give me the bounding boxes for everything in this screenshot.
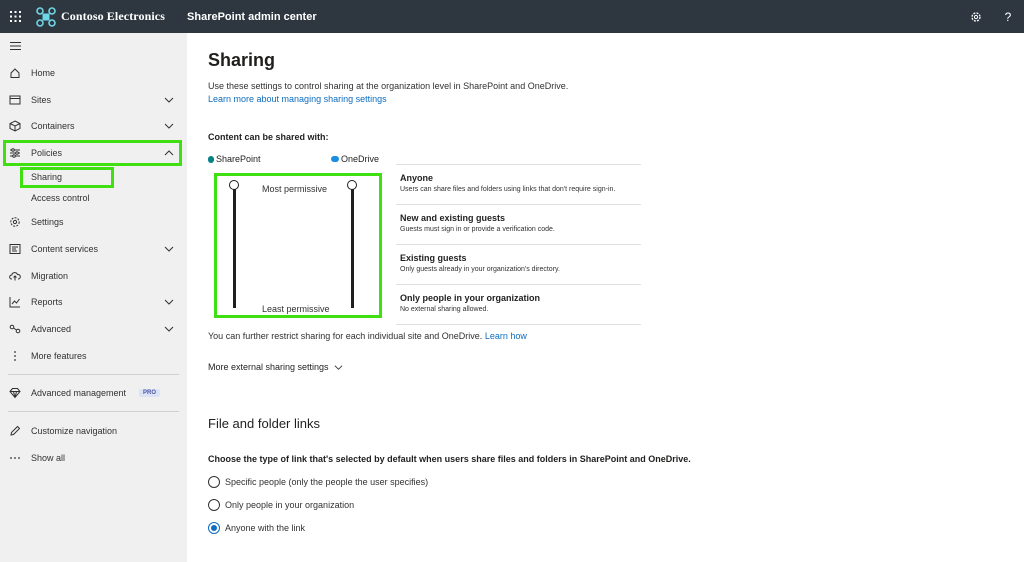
contoso-logo-icon bbox=[36, 6, 56, 27]
radio-specific-people[interactable]: Specific people (only the people the use… bbox=[208, 475, 428, 489]
column-sharepoint: SharePoint bbox=[208, 154, 261, 164]
content-shared-label: Content can be shared with: bbox=[208, 132, 329, 142]
level-description: Guests must sign in or provide a verific… bbox=[400, 226, 555, 233]
chevron-down-icon bbox=[164, 299, 174, 305]
help-icon[interactable]: ? bbox=[992, 0, 1024, 33]
level-title: Only people in your organization bbox=[400, 293, 541, 303]
chevron-down-icon bbox=[334, 364, 342, 370]
sharepoint-slider-track[interactable] bbox=[233, 188, 236, 308]
sidebar-divider bbox=[8, 374, 179, 375]
pro-badge: PRO bbox=[139, 389, 161, 397]
level-existing-guests: Existing guests Only guests already in y… bbox=[396, 244, 641, 284]
chevron-down-icon bbox=[164, 97, 174, 103]
containers-icon bbox=[9, 120, 21, 132]
sidebar-item-home[interactable]: Home bbox=[0, 60, 187, 86]
sidebar-item-label: Content services bbox=[31, 244, 99, 254]
sidebar-item-settings[interactable]: Settings bbox=[0, 209, 187, 235]
sidebar-item-advanced-management[interactable]: Advanced management PRO bbox=[0, 380, 187, 406]
most-permissive-label: Most permissive bbox=[262, 184, 328, 194]
gear-icon[interactable] bbox=[960, 0, 992, 33]
learn-how-link[interactable]: Learn how bbox=[485, 331, 527, 341]
radio-button[interactable] bbox=[208, 476, 220, 488]
level-description: No external sharing allowed. bbox=[400, 306, 489, 313]
level-anyone: Anyone Users can share files and folders… bbox=[396, 164, 641, 204]
chevron-down-icon bbox=[164, 326, 174, 332]
level-title: Existing guests bbox=[400, 253, 467, 263]
sidebar-item-label: Reports bbox=[31, 297, 63, 307]
level-title: Anyone bbox=[400, 173, 434, 183]
sidebar-divider bbox=[8, 411, 179, 412]
sidebar-item-label: Sites bbox=[31, 95, 52, 105]
sidebar-item-show-all[interactable]: Show all bbox=[0, 445, 187, 471]
page-description: Use these settings to control sharing at… bbox=[208, 81, 569, 91]
radio-anyone-with-link[interactable]: Anyone with the link bbox=[208, 521, 305, 535]
sidebar-item-label: Settings bbox=[31, 217, 64, 227]
sites-icon bbox=[9, 94, 21, 106]
least-permissive-label: Least permissive bbox=[262, 304, 330, 314]
chevron-down-icon bbox=[164, 246, 174, 252]
sidebar-item-containers[interactable]: Containers bbox=[0, 113, 187, 139]
sidebar-item-label: Advanced management bbox=[31, 388, 127, 398]
sidebar-item-migration[interactable]: Migration bbox=[0, 263, 187, 289]
sidebar-item-label: More features bbox=[31, 351, 87, 361]
sidebar-item-customize-navigation[interactable]: Customize navigation bbox=[0, 418, 187, 444]
onedrive-icon bbox=[331, 156, 339, 162]
level-title: New and existing guests bbox=[400, 213, 506, 223]
onedrive-slider-track[interactable] bbox=[351, 188, 354, 308]
sidebar-item-label: Migration bbox=[31, 271, 69, 281]
radio-button-selected[interactable] bbox=[208, 522, 220, 534]
top-bar: Contoso Electronics SharePoint admin cen… bbox=[0, 0, 1024, 33]
brand-name: Contoso Electronics bbox=[61, 9, 166, 23]
more-vertical-icon bbox=[9, 350, 21, 362]
file-folder-links-heading: File and folder links bbox=[208, 416, 320, 431]
main-content: Sharing Use these settings to control sh… bbox=[187, 33, 1024, 562]
level-description: Users can share files and folders using … bbox=[400, 186, 616, 193]
sidebar-item-label: Customize navigation bbox=[31, 426, 118, 436]
sharing-sliders: Most permissive Least permissive bbox=[214, 173, 382, 318]
onedrive-slider-thumb[interactable] bbox=[347, 180, 357, 190]
sharepoint-slider-thumb[interactable] bbox=[229, 180, 239, 190]
radio-only-organization[interactable]: Only people in your organization bbox=[208, 498, 354, 512]
restrict-sharing-text: You can further restrict sharing for eac… bbox=[208, 331, 527, 341]
sidebar-item-content-services[interactable]: Content services bbox=[0, 236, 187, 262]
sidebar-item-label: Show all bbox=[31, 453, 66, 463]
learn-more-link[interactable]: Learn more about managing sharing settin… bbox=[208, 94, 387, 104]
ellipsis-icon bbox=[9, 452, 21, 464]
sidebar: Home Sites Containers Policies Sharing A… bbox=[0, 33, 187, 562]
diamond-icon bbox=[9, 387, 21, 399]
home-icon bbox=[9, 67, 21, 79]
more-external-sharing-settings[interactable]: More external sharing settings bbox=[208, 362, 343, 372]
level-only-organization: Only people in your organization No exte… bbox=[396, 284, 641, 324]
content-services-icon bbox=[9, 243, 21, 255]
pencil-icon bbox=[9, 425, 21, 437]
brand[interactable]: Contoso Electronics bbox=[36, 6, 166, 27]
hamburger-menu-icon[interactable] bbox=[10, 41, 22, 51]
policies-highlight bbox=[3, 140, 182, 166]
level-description: Only guests already in your organization… bbox=[400, 266, 560, 273]
gear-icon bbox=[9, 216, 21, 228]
chevron-down-icon bbox=[164, 123, 174, 129]
app-title[interactable]: SharePoint admin center bbox=[187, 11, 317, 23]
advanced-icon bbox=[9, 323, 21, 335]
page-title: Sharing bbox=[208, 50, 276, 70]
sidebar-item-more-features[interactable]: More features bbox=[0, 343, 187, 369]
sidebar-item-label: Advanced bbox=[31, 324, 72, 334]
sidebar-item-advanced[interactable]: Advanced bbox=[0, 316, 187, 342]
sidebar-item-label: Home bbox=[31, 68, 56, 78]
sidebar-subitem-access-control[interactable]: Access control bbox=[31, 193, 90, 203]
chart-icon bbox=[9, 296, 21, 308]
sidebar-item-label: Containers bbox=[31, 121, 75, 131]
sidebar-item-sites[interactable]: Sites bbox=[0, 87, 187, 113]
radio-button[interactable] bbox=[208, 499, 220, 511]
level-new-existing-guests: New and existing guests Guests must sign… bbox=[396, 204, 641, 244]
sharepoint-icon bbox=[208, 155, 214, 163]
sharing-highlight bbox=[20, 167, 114, 188]
column-onedrive: OneDrive bbox=[331, 154, 379, 164]
sidebar-item-reports[interactable]: Reports bbox=[0, 289, 187, 315]
cloud-upload-icon bbox=[9, 270, 21, 282]
file-folder-links-description: Choose the type of link that's selected … bbox=[208, 454, 691, 464]
levels-divider bbox=[396, 324, 641, 325]
waffle-icon[interactable] bbox=[0, 0, 30, 33]
